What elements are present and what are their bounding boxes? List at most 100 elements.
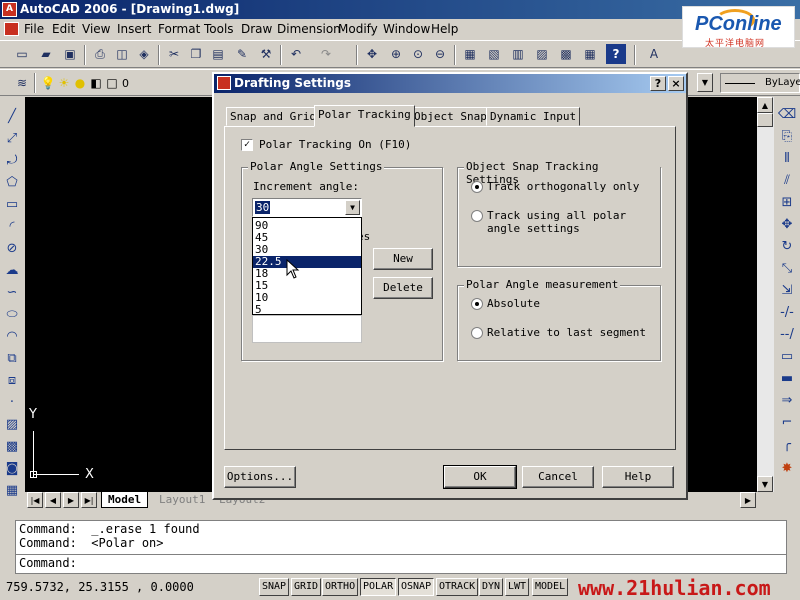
next-tab-icon[interactable]: ▶ — [63, 492, 79, 508]
block-editor-icon[interactable]: ⚒ — [256, 44, 276, 64]
region-icon[interactable]: ◙ — [3, 459, 21, 477]
calculator-icon[interactable]: ▦ — [580, 44, 600, 64]
open-file-icon[interactable]: ▰ — [36, 44, 56, 64]
options-button[interactable]: Options... — [224, 466, 296, 488]
tab-layout1[interactable]: Layout1 — [153, 492, 211, 508]
cancel-button[interactable]: Cancel — [522, 466, 594, 488]
break-at-point-icon[interactable]: ▭ — [778, 347, 796, 365]
polar-tracking-checkbox[interactable]: ✓ — [241, 139, 253, 151]
tab-model[interactable]: Model — [101, 492, 149, 508]
track-all-polar-radio[interactable] — [471, 210, 483, 222]
menu-help[interactable]: Help — [431, 22, 458, 36]
new-angle-button[interactable]: New — [373, 248, 433, 270]
model-toggle[interactable]: MODEL — [532, 578, 569, 596]
lwt-toggle[interactable]: LWT — [505, 578, 530, 596]
offset-icon[interactable]: ⫽ — [778, 171, 796, 189]
break-icon[interactable]: ▬ — [778, 369, 796, 387]
menu-draw[interactable]: Draw — [241, 22, 272, 36]
polygon-icon[interactable]: ⬠ — [3, 173, 21, 191]
arc-icon[interactable]: ◜ — [3, 217, 21, 235]
osnap-toggle[interactable]: OSNAP — [398, 578, 435, 596]
move-icon[interactable]: ✥ — [778, 215, 796, 233]
explode-icon[interactable]: ✸ — [778, 459, 796, 477]
tool-palettes-icon[interactable]: ▥ — [508, 44, 528, 64]
grid-toggle[interactable]: GRID — [291, 578, 322, 596]
ellipse-icon[interactable]: ⬭ — [3, 305, 21, 323]
design-center-icon[interactable]: ▧ — [484, 44, 504, 64]
menu-edit[interactable]: Edit — [52, 22, 75, 36]
insert-block-icon[interactable]: ⧉ — [3, 349, 21, 367]
print-icon[interactable]: ⎙ — [90, 44, 110, 64]
save-icon[interactable]: ▣ — [60, 44, 80, 64]
tab-dynamic-input[interactable]: Dynamic Input — [486, 107, 581, 126]
cut-icon[interactable]: ✂ — [164, 44, 184, 64]
dropdown-option-selected[interactable]: 22.5 — [253, 256, 361, 268]
rotate-icon[interactable]: ↻ — [778, 237, 796, 255]
menu-window[interactable]: Window — [383, 22, 430, 36]
dyn-toggle[interactable]: DYN — [479, 578, 504, 596]
layer-dropdown-arrow-icon[interactable]: ▼ — [697, 73, 713, 92]
mirror-icon[interactable]: ⫴ — [778, 149, 796, 167]
document-icon[interactable] — [4, 22, 19, 36]
table-icon[interactable]: ▦ — [3, 481, 21, 499]
polyline-icon[interactable]: ⤾ — [3, 151, 21, 169]
additional-angles-list[interactable] — [252, 315, 362, 343]
first-tab-icon[interactable]: |◀ — [27, 492, 43, 508]
undo-icon[interactable]: ↶ — [286, 44, 306, 64]
circle-icon[interactable]: ⊘ — [3, 239, 21, 257]
command-prompt[interactable]: Command: — [19, 556, 77, 570]
menu-insert[interactable]: Insert — [117, 22, 151, 36]
menu-modify[interactable]: Modify — [338, 22, 378, 36]
vertical-scrollbar[interactable]: ▲ ▼ — [757, 97, 774, 492]
absolute-radio[interactable] — [471, 298, 483, 310]
chevron-down-icon[interactable]: ▼ — [345, 200, 360, 215]
join-icon[interactable]: ⇒ — [778, 391, 796, 409]
layer-color-swatch-icon[interactable]: □ — [102, 73, 122, 93]
pan-icon[interactable]: ✥ — [362, 44, 382, 64]
new-file-icon[interactable]: ▭ — [12, 44, 32, 64]
track-orthogonally-radio[interactable] — [471, 181, 483, 193]
zoom-window-icon[interactable]: ⊙ — [408, 44, 428, 64]
scroll-down-icon[interactable]: ▼ — [757, 476, 773, 492]
last-tab-icon[interactable]: ▶| — [81, 492, 97, 508]
help-icon[interactable]: ? — [606, 44, 626, 64]
scroll-thumb[interactable] — [757, 113, 773, 127]
make-block-icon[interactable]: ⧈ — [3, 371, 21, 389]
gradient-icon[interactable]: ▩ — [3, 437, 21, 455]
sheet-set-icon[interactable]: ▨ — [532, 44, 552, 64]
menu-tools[interactable]: Tools — [204, 22, 234, 36]
scroll-up-icon[interactable]: ▲ — [757, 97, 773, 113]
redo-icon[interactable]: ↷ — [316, 44, 336, 64]
menu-dimension[interactable]: Dimension — [277, 22, 341, 36]
publish-icon[interactable]: ◈ — [134, 44, 154, 64]
erase-icon[interactable]: ⌫ — [778, 105, 796, 123]
paste-icon[interactable]: ▤ — [208, 44, 228, 64]
fillet-icon[interactable]: ╭ — [778, 435, 796, 453]
stretch-icon[interactable]: ⇲ — [778, 281, 796, 299]
tab-object-snap[interactable]: Object Snap — [410, 107, 491, 126]
spline-icon[interactable]: ∽ — [3, 283, 21, 301]
copy-icon[interactable]: ❐ — [186, 44, 206, 64]
dialog-help-button[interactable]: ? — [650, 76, 666, 91]
match-properties-icon[interactable]: ✎ — [232, 44, 252, 64]
text-style-icon[interactable]: A — [644, 44, 664, 64]
trim-icon[interactable]: -/- — [778, 303, 796, 321]
delete-angle-button[interactable]: Delete — [373, 277, 433, 299]
otrack-toggle[interactable]: OTRACK — [436, 578, 479, 596]
linetype-combo[interactable]: ByLaye — [720, 73, 800, 93]
menu-format[interactable]: Format — [158, 22, 200, 36]
ok-button[interactable]: OK — [443, 465, 517, 489]
properties-icon[interactable]: ▦ — [460, 44, 480, 64]
increment-angle-combo[interactable]: 30 ▼ — [252, 198, 362, 217]
dialog-close-button[interactable]: × — [668, 76, 684, 91]
hatch-icon[interactable]: ▨ — [3, 415, 21, 433]
dropdown-option[interactable]: 5 — [253, 304, 361, 316]
rectangle-icon[interactable]: ▭ — [3, 195, 21, 213]
zoom-realtime-icon[interactable]: ⊕ — [386, 44, 406, 64]
ellipse-arc-icon[interactable]: ◠ — [3, 327, 21, 345]
scale-icon[interactable]: ⤡ — [778, 259, 796, 277]
extend-icon[interactable]: --/ — [778, 325, 796, 343]
zoom-previous-icon[interactable]: ⊖ — [430, 44, 450, 64]
array-icon[interactable]: ⊞ — [778, 193, 796, 211]
command-window[interactable]: Command: _.erase 1 found Command: <Polar… — [15, 520, 787, 574]
